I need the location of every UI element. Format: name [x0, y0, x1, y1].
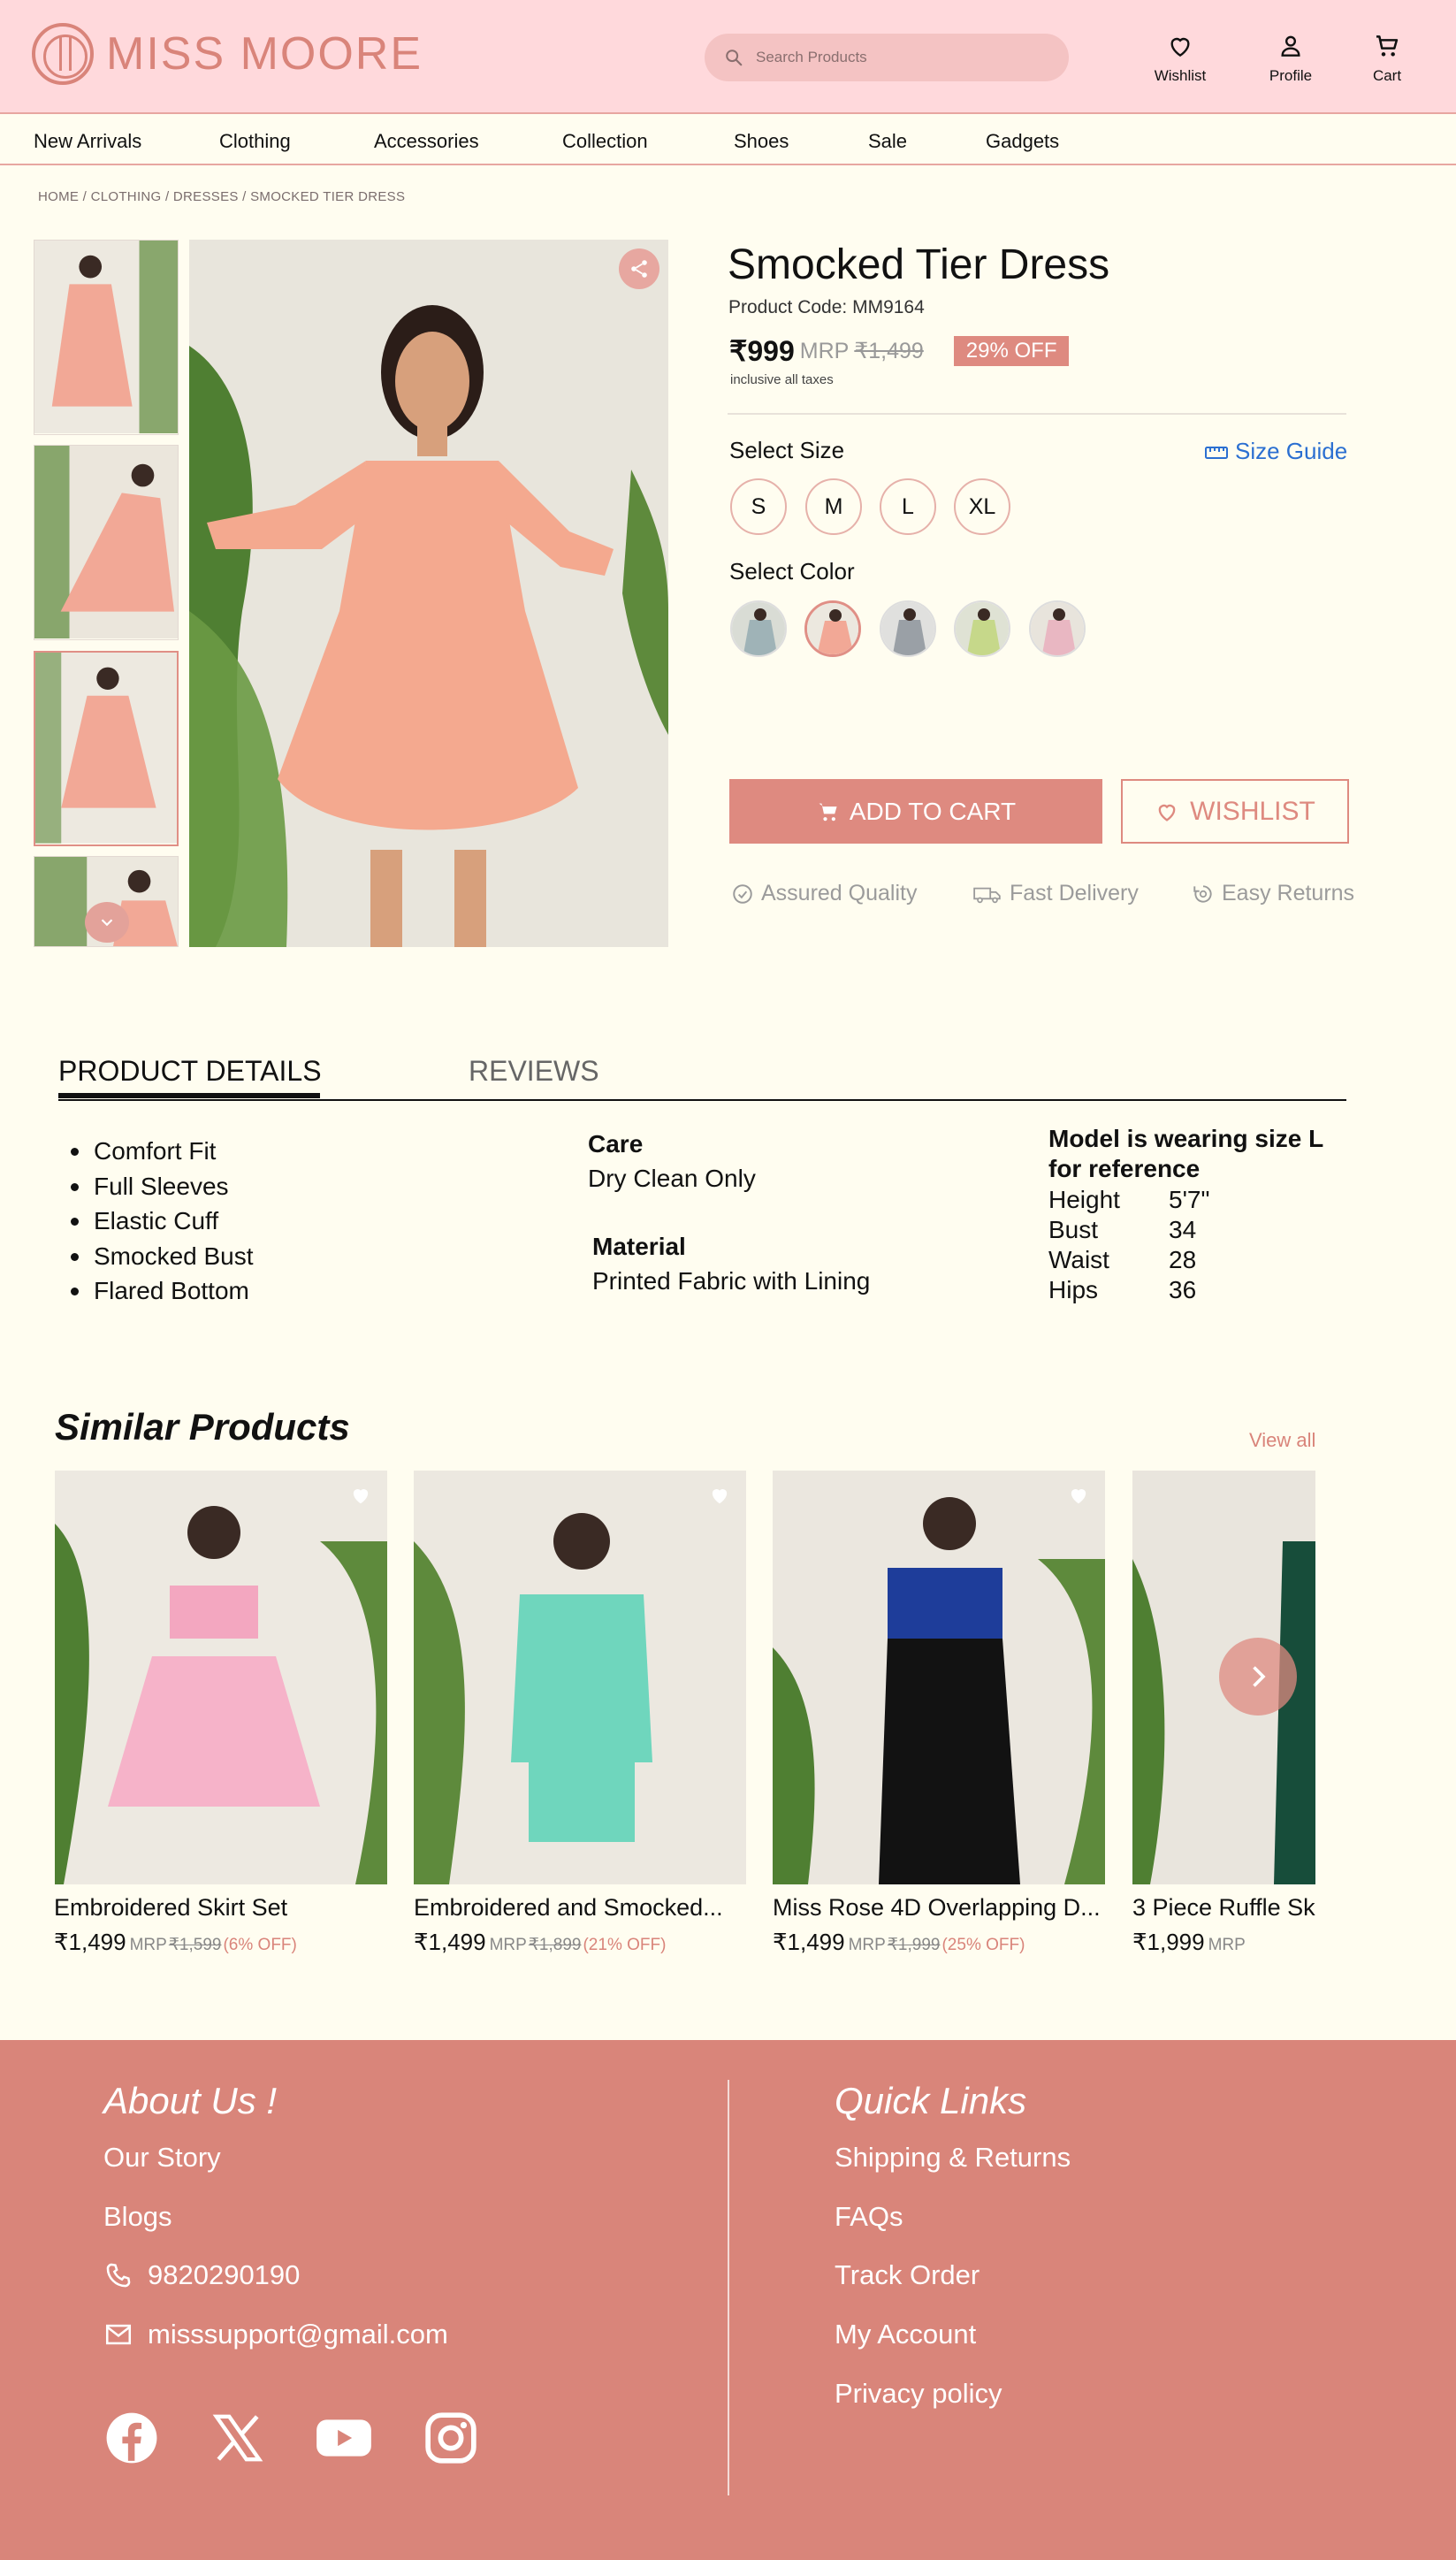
mrp-label: MRP [1208, 1936, 1246, 1954]
x-icon [212, 2414, 263, 2462]
footer-link-track-order[interactable]: Track Order [835, 2259, 980, 2291]
product-card-price: ₹1,499 MRP ₹1,599 (6% OFF) [54, 1929, 297, 1956]
footer-link-our-story[interactable]: Our Story [103, 2142, 221, 2174]
footer-link-shipping[interactable]: Shipping & Returns [835, 2142, 1071, 2174]
x-link[interactable] [210, 2410, 266, 2466]
product-photo [773, 1471, 1105, 1884]
product-card-name[interactable]: Miss Rose 4D Overlapping D... [773, 1894, 1105, 1922]
product-photo [55, 1471, 387, 1884]
carousel-next-button[interactable] [1219, 1638, 1297, 1716]
price: ₹1,499 [773, 1929, 845, 1955]
product-card-price: ₹1,999 MRP [1132, 1929, 1246, 1956]
chevron-right-icon [1253, 1666, 1266, 1687]
mrp-price: ₹1,899 [528, 1936, 582, 1954]
email-address: misssupport@gmail.com [148, 2319, 448, 2350]
instagram-link[interactable] [423, 2410, 479, 2466]
facebook-link[interactable] [103, 2410, 160, 2466]
phone-number: 9820290190 [148, 2259, 301, 2290]
price: ₹1,499 [414, 1929, 486, 1955]
footer-link-privacy[interactable]: Privacy policy [835, 2378, 1002, 2410]
footer-link-faqs[interactable]: FAQs [835, 2201, 903, 2233]
discount: (21% OFF) [583, 1936, 667, 1954]
mrp-price: ₹1,999 [887, 1936, 941, 1954]
discount: (25% OFF) [941, 1936, 1025, 1954]
site-footer: About Us ! Our Story Blogs 9820290190 mi… [0, 2040, 1456, 2560]
mrp-label: MRP [129, 1936, 167, 1954]
instagram-icon [425, 2412, 476, 2464]
heart-icon[interactable] [348, 1483, 373, 1508]
product-card-image[interactable] [414, 1471, 746, 1884]
product-card-name[interactable]: Embroidered and Smocked... [414, 1894, 746, 1922]
footer-link-blogs[interactable]: Blogs [103, 2201, 172, 2233]
footer-divider [728, 2080, 729, 2495]
youtube-link[interactable] [316, 2410, 372, 2466]
product-card-price: ₹1,499 MRP ₹1,899 (21% OFF) [414, 1929, 666, 1956]
discount: (6% OFF) [223, 1936, 297, 1954]
footer-email[interactable]: misssupport@gmail.com [103, 2319, 448, 2350]
price: ₹1,999 [1132, 1929, 1205, 1955]
price: ₹1,499 [54, 1929, 126, 1955]
product-photo [414, 1471, 746, 1884]
product-card-image[interactable] [773, 1471, 1105, 1884]
cart-label: Cart [1372, 67, 1402, 84]
footer-phone[interactable]: 9820290190 [103, 2259, 300, 2291]
product-card-name[interactable]: Embroidered Skirt Set [54, 1894, 386, 1922]
mrp-label: MRP [489, 1936, 527, 1954]
heart-icon[interactable] [707, 1483, 732, 1508]
phone-icon [106, 2263, 131, 2288]
quick-links-heading: Quick Links [835, 2080, 1027, 2121]
cart-icon [1376, 35, 1399, 57]
heart-icon[interactable] [1066, 1483, 1091, 1508]
mrp-price: ₹1,599 [168, 1936, 222, 1954]
product-card-image[interactable] [55, 1471, 387, 1884]
about-heading: About Us ! [103, 2080, 278, 2121]
mail-icon [105, 2324, 132, 2345]
product-card-name[interactable]: 3 Piece Ruffle Sk [1132, 1894, 1315, 1922]
product-card-price: ₹1,499 MRP ₹1,999 (25% OFF) [773, 1929, 1025, 1956]
mrp-label: MRP [848, 1936, 886, 1954]
footer-link-my-account[interactable]: My Account [835, 2319, 976, 2350]
youtube-icon [316, 2419, 371, 2457]
facebook-icon [106, 2412, 157, 2464]
cart-button[interactable]: Cart [1347, 32, 1427, 85]
